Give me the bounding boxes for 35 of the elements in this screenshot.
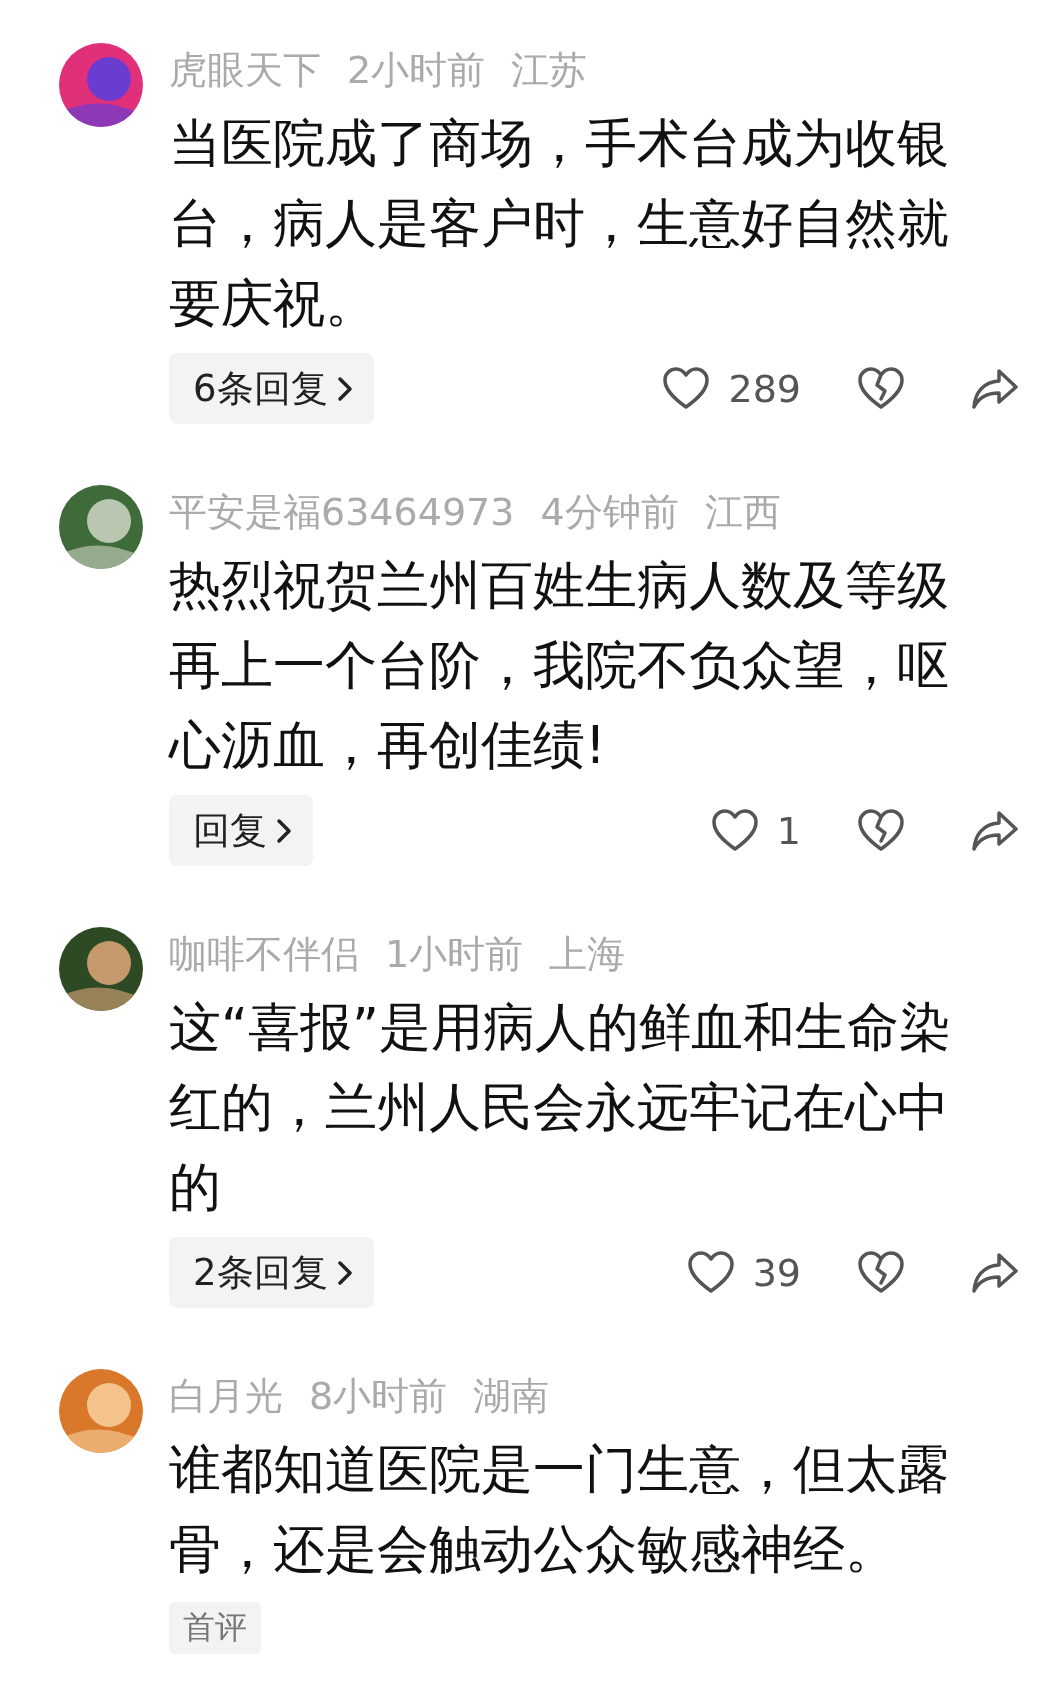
- chevron-right-icon: [335, 374, 354, 403]
- username[interactable]: 白月光: [169, 1370, 283, 1422]
- heart-icon[interactable]: [686, 1250, 735, 1295]
- like-count: 39: [752, 1250, 801, 1295]
- comment-text: 热烈祝贺兰州百姓生病人数及等级再上一个台阶，我院不负众望，呕心沥血，再创佳绩!: [169, 554, 950, 777]
- reply-button[interactable]: 6条回复: [169, 353, 374, 424]
- comment-text: 当医院成了商场，手术台成为收银台，病人是客户时，生意好自然就要庆祝。: [169, 112, 950, 335]
- reply-button[interactable]: 2条回复: [169, 1237, 374, 1308]
- chevron-right-icon: [335, 1258, 354, 1287]
- like-count: 289: [728, 366, 801, 411]
- broken-heart-icon[interactable]: [857, 366, 905, 411]
- broken-heart-icon[interactable]: [857, 808, 905, 853]
- comment-location: 江苏: [511, 46, 588, 94]
- comment-time: 4分钟前: [540, 488, 679, 536]
- share-icon[interactable]: [971, 808, 1019, 853]
- comment-text: 这“喜报”是用病人的鲜血和生命染红的，兰州人民会永远牢记在心中的: [169, 996, 952, 1219]
- username[interactable]: 咖啡不伴侣: [169, 928, 359, 980]
- first-comment-tag: 首评: [169, 1602, 261, 1654]
- comment-time: 8小时前: [309, 1372, 448, 1420]
- comment-location: 江西: [704, 488, 781, 536]
- share-icon[interactable]: [971, 1250, 1019, 1295]
- like-count: 1: [776, 808, 801, 853]
- comment-time: 2小时前: [347, 46, 486, 94]
- comment-text: 谁都知道医院是一门生意，但太露骨，还是会触动公众敏感神经。: [169, 1438, 950, 1581]
- comment-location: 湖南: [473, 1372, 550, 1420]
- share-icon[interactable]: [971, 366, 1019, 411]
- chevron-right-icon: [275, 816, 293, 845]
- reply-button[interactable]: 回复: [169, 795, 313, 866]
- comment-location: 上海: [549, 930, 626, 978]
- heart-icon[interactable]: [710, 808, 759, 853]
- username[interactable]: 平安是福63464973: [169, 486, 515, 538]
- username[interactable]: 虎眼天下: [169, 44, 321, 96]
- heart-icon[interactable]: [662, 366, 711, 411]
- comment-time: 1小时前: [385, 930, 524, 978]
- broken-heart-icon[interactable]: [857, 1250, 905, 1295]
